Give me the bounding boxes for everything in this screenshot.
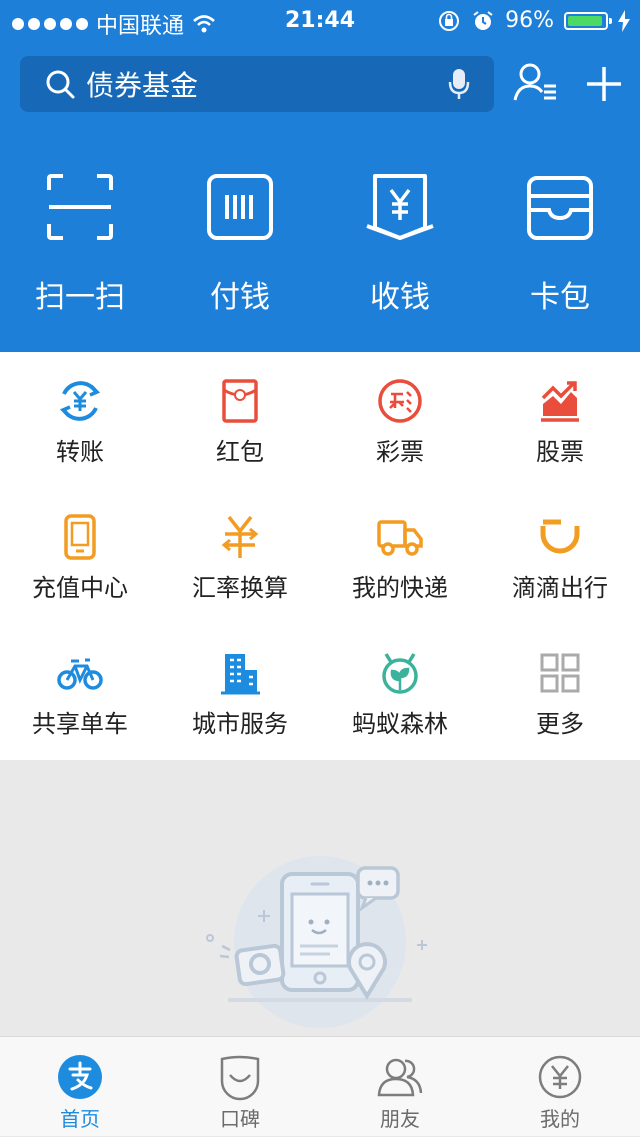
koubei-icon [220, 1055, 260, 1101]
charging-icon [618, 9, 630, 32]
alipay-home-icon [58, 1055, 102, 1099]
quick-action-card-wallet[interactable]: 卡包 [480, 172, 640, 322]
grid-item-red-envelope[interactable]: 红包 [160, 352, 320, 488]
battery-icon [564, 11, 612, 30]
grid-item-transfer[interactable]: 转账 [0, 352, 160, 488]
grid-item-label: 红包 [216, 438, 264, 466]
status-bar: 中国联通 21:44 96% [0, 0, 640, 40]
ant-forest-icon [382, 653, 418, 694]
quick-action-label: 卡包 [530, 280, 590, 315]
quick-action-receive[interactable]: 收钱 [320, 172, 480, 322]
battery-percent: 96% [505, 8, 554, 33]
contacts-icon[interactable] [510, 58, 562, 110]
mobile-topup-icon [64, 514, 96, 560]
grid-item-my-delivery[interactable]: 我的快递 [320, 488, 480, 624]
search-icon [46, 70, 75, 99]
tab-koubei[interactable]: 口碑 [160, 1037, 320, 1137]
scan-icon [47, 174, 113, 240]
didi-icon [540, 519, 580, 554]
exchange-rate-icon [221, 515, 259, 558]
grid-item-bike-share[interactable]: 共享单车 [0, 624, 160, 760]
red-envelope-icon [222, 379, 258, 423]
grid-item-ant-forest[interactable]: 蚂蚁森林 [320, 624, 480, 760]
grid-item-label: 蚂蚁森林 [352, 710, 448, 738]
grid-item-label: 彩票 [376, 438, 424, 466]
tab-bar: 首页 口碑 朋友 我的 [0, 1036, 640, 1136]
bicycle-icon [57, 658, 103, 690]
lottery-icon [378, 379, 422, 423]
grid-item-didi[interactable]: 滴滴出行 [480, 488, 640, 624]
grid-item-label: 更多 [536, 710, 584, 738]
grid-item-more[interactable]: 更多 [480, 624, 640, 760]
grid-item-label: 转账 [56, 438, 104, 466]
my-account-icon [538, 1055, 582, 1099]
alarm-icon [473, 10, 493, 30]
transfer-icon [59, 381, 101, 421]
grid-item-label: 城市服务 [192, 710, 288, 738]
empty-feed-illustration [206, 856, 427, 1028]
tab-label: 口碑 [220, 1107, 260, 1131]
tab-home[interactable]: 首页 [0, 1037, 160, 1137]
grid-item-label: 股票 [536, 438, 584, 466]
quick-action-label: 扫一扫 [35, 280, 125, 315]
friends-icon [377, 1058, 423, 1097]
grid-item-label: 共享单车 [32, 710, 128, 738]
grid-item-label: 汇率换算 [192, 574, 288, 602]
header: 中国联通 21:44 96% 债券基金 扫一扫 付钱 收钱 卡包 [0, 0, 640, 352]
receive-money-icon [366, 174, 434, 241]
microphone-icon[interactable] [448, 68, 470, 100]
grid-item-exchange-rate[interactable]: 汇率换算 [160, 488, 320, 624]
quick-action-pay[interactable]: 付钱 [160, 172, 320, 322]
add-icon[interactable] [578, 58, 630, 110]
service-grid: 转账 红包 彩票 股票 充值中心 汇率换算 我的快递 滴滴出行 共享单车 城市服… [0, 352, 640, 760]
grid-item-stocks[interactable]: 股票 [480, 352, 640, 488]
tab-friends[interactable]: 朋友 [320, 1037, 480, 1137]
grid-item-mobile-topup[interactable]: 充值中心 [0, 488, 160, 624]
stocks-icon [541, 381, 579, 422]
quick-action-label: 收钱 [370, 280, 430, 315]
card-wallet-icon [527, 176, 593, 240]
tab-label: 首页 [60, 1107, 100, 1131]
feed-area [0, 760, 640, 1036]
grid-item-label: 充值中心 [32, 574, 128, 602]
barcode-icon [207, 174, 273, 240]
tab-mine[interactable]: 我的 [480, 1037, 640, 1137]
grid-item-label: 我的快递 [352, 574, 448, 602]
city-building-icon [221, 654, 260, 695]
rotation-lock-icon [439, 10, 460, 31]
search-bar[interactable]: 债券基金 [20, 56, 494, 112]
grid-item-label: 滴滴出行 [512, 574, 608, 602]
delivery-truck-icon [377, 520, 423, 556]
quick-action-label: 付钱 [210, 280, 270, 315]
more-grid-icon [540, 653, 580, 693]
tab-label: 我的 [540, 1107, 580, 1131]
quick-action-scan[interactable]: 扫一扫 [0, 172, 160, 322]
tab-label: 朋友 [380, 1107, 420, 1131]
search-placeholder: 债券基金 [86, 69, 199, 102]
grid-item-city-services[interactable]: 城市服务 [160, 624, 320, 760]
grid-item-lottery[interactable]: 彩票 [320, 352, 480, 488]
